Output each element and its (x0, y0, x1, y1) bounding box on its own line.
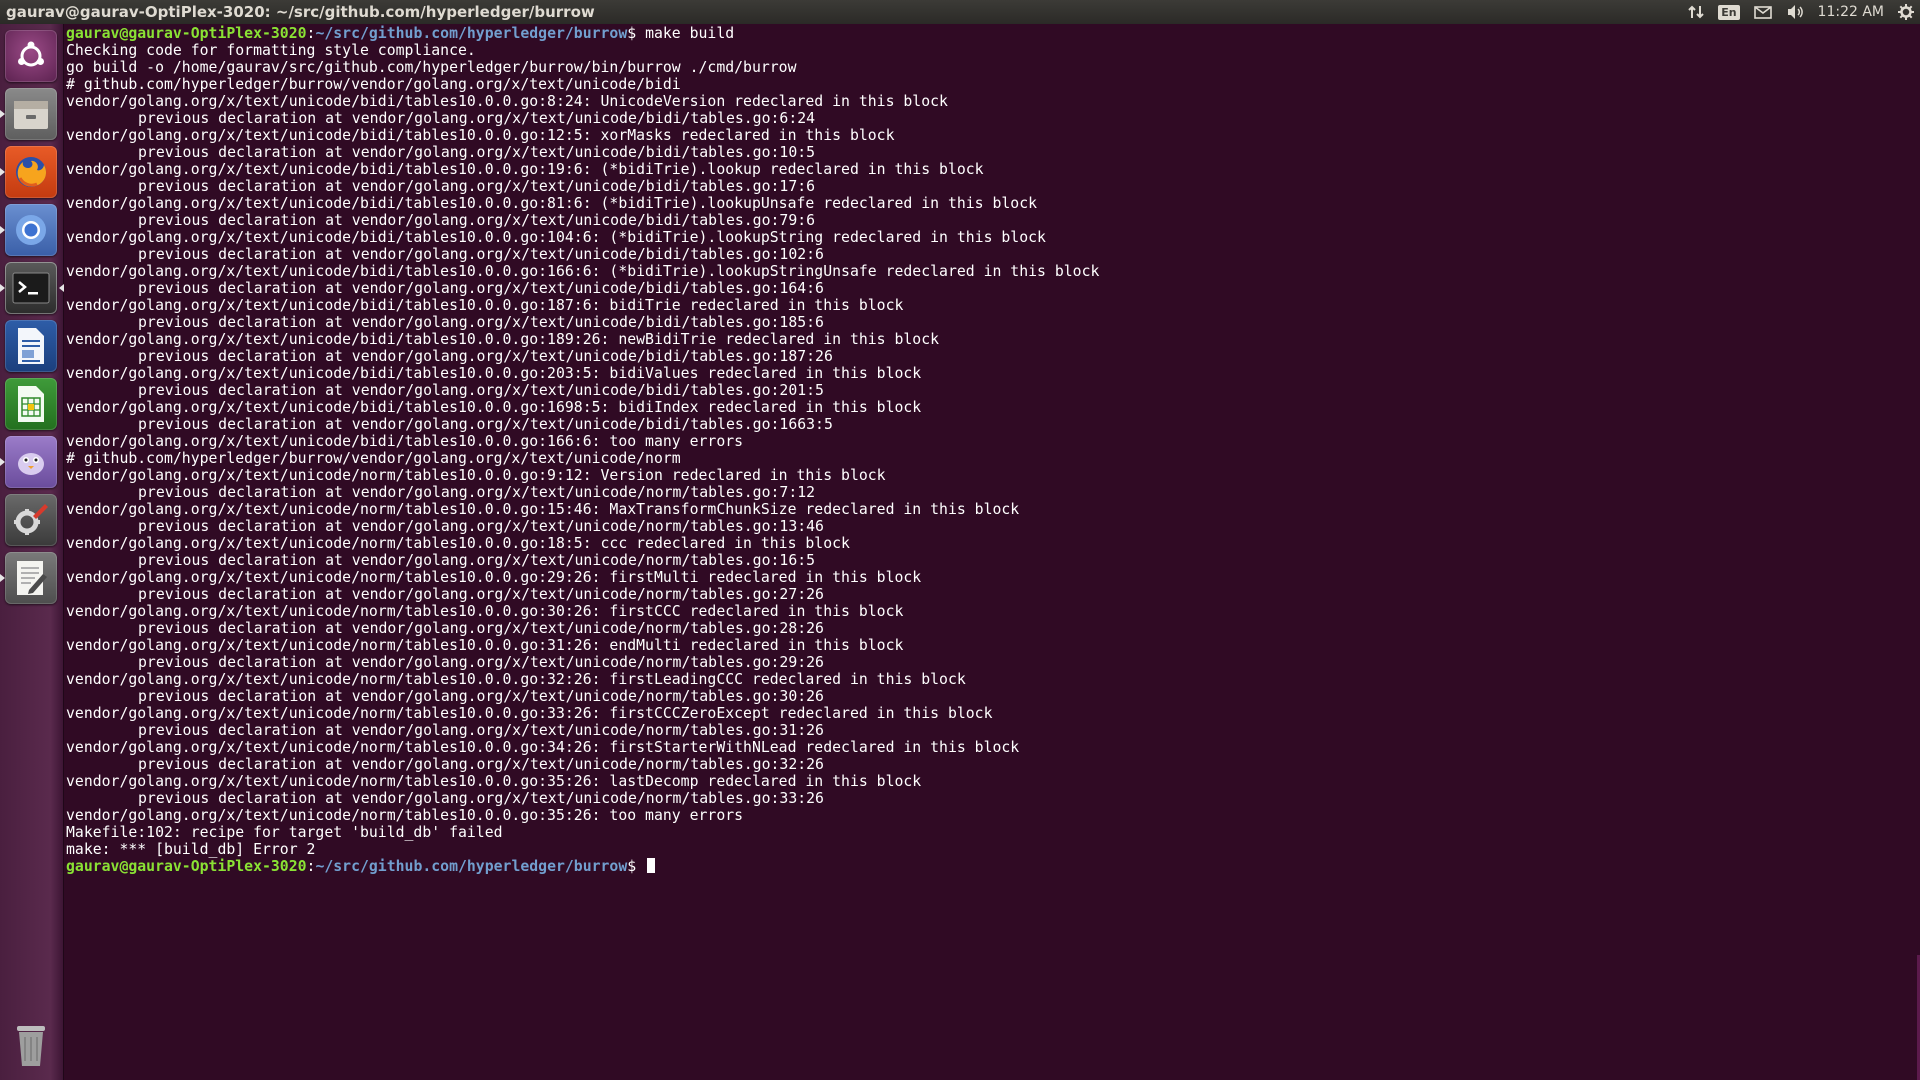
output-line: vendor/golang.org/x/text/unicode/norm/ta… (66, 535, 850, 552)
output-line: vendor/golang.org/x/text/unicode/norm/ta… (66, 467, 886, 484)
output-line: vendor/golang.org/x/text/unicode/bidi/ta… (66, 331, 940, 348)
command-line: gaurav@gaurav-OptiPlex-3020:~/src/github… (66, 25, 735, 42)
output-line: vendor/golang.org/x/text/unicode/bidi/ta… (66, 263, 1100, 280)
keyboard-layout: En (1718, 4, 1740, 20)
command-text: make build (645, 25, 735, 42)
chromium-icon[interactable] (5, 204, 57, 256)
output-line: # github.com/hyperledger/burrow/vendor/g… (66, 450, 681, 467)
output-line: vendor/golang.org/x/text/unicode/bidi/ta… (66, 195, 1038, 212)
output-line: vendor/golang.org/x/text/unicode/bidi/ta… (66, 161, 984, 178)
prompt-user: gaurav@gaurav-OptiPlex-3020 (66, 25, 307, 42)
output-line: previous declaration at vendor/golang.or… (138, 518, 824, 535)
output-line: previous declaration at vendor/golang.or… (138, 212, 816, 229)
output-line: make: *** [build_db] Error 2 (66, 841, 316, 858)
prompt-path: ~/src/github.com/hyperledger/burrow (315, 858, 628, 875)
terminal-icon[interactable] (5, 262, 57, 314)
text-editor-icon[interactable] (5, 552, 57, 604)
output-line: vendor/golang.org/x/text/unicode/norm/ta… (66, 739, 1020, 756)
output-line: Checking code for formatting style compl… (66, 42, 476, 59)
output-line: # github.com/hyperledger/burrow/vendor/g… (66, 76, 681, 93)
output-line: previous declaration at vendor/golang.or… (138, 688, 824, 705)
text-cursor (647, 858, 656, 873)
output-line: previous declaration at vendor/golang.or… (138, 416, 833, 433)
output-line: previous declaration at vendor/golang.or… (138, 586, 824, 603)
output-line: vendor/golang.org/x/text/unicode/norm/ta… (66, 637, 904, 654)
output-line: previous declaration at vendor/golang.or… (138, 178, 816, 195)
active-prompt-line[interactable]: gaurav@gaurav-OptiPlex-3020:~/src/github… (66, 858, 1920, 875)
output-line: vendor/golang.org/x/text/unicode/bidi/ta… (66, 433, 744, 450)
output-line: previous declaration at vendor/golang.or… (138, 552, 816, 569)
network-icon[interactable] (1688, 4, 1704, 20)
pidgin-icon[interactable] (5, 436, 57, 488)
calc-icon[interactable] (5, 378, 57, 430)
files-icon[interactable] (5, 88, 57, 140)
output-line: previous declaration at vendor/golang.or… (138, 756, 824, 773)
output-line: vendor/golang.org/x/text/unicode/norm/ta… (66, 501, 1020, 518)
output-line: previous declaration at vendor/golang.or… (138, 722, 824, 739)
clock[interactable]: 11:22 AM (1818, 4, 1884, 20)
top-panel: gaurav@gaurav-OptiPlex-3020: ~/src/githu… (0, 0, 1920, 24)
output-line: vendor/golang.org/x/text/unicode/norm/ta… (66, 671, 966, 688)
output-line: vendor/golang.org/x/text/unicode/norm/ta… (66, 705, 993, 722)
gear-icon[interactable] (1898, 4, 1914, 20)
output-line: previous declaration at vendor/golang.or… (138, 790, 824, 807)
window-title: gaurav@gaurav-OptiPlex-3020: ~/src/githu… (6, 3, 595, 21)
output-line: previous declaration at vendor/golang.or… (138, 314, 824, 331)
output-line: previous declaration at vendor/golang.or… (138, 348, 833, 365)
output-line: previous declaration at vendor/golang.or… (138, 280, 824, 297)
output-line: vendor/golang.org/x/text/unicode/bidi/ta… (66, 229, 1046, 246)
output-line: vendor/golang.org/x/text/unicode/bidi/ta… (66, 365, 922, 382)
mail-icon[interactable] (1753, 5, 1772, 19)
terminal-output[interactable]: gaurav@gaurav-OptiPlex-3020:~/src/github… (66, 25, 1920, 1080)
output-lines: Checking code for formatting style compl… (66, 42, 1920, 858)
output-line: vendor/golang.org/x/text/unicode/norm/ta… (66, 603, 904, 620)
output-line: vendor/golang.org/x/text/unicode/bidi/ta… (66, 297, 904, 314)
output-line: vendor/golang.org/x/text/unicode/norm/ta… (66, 773, 922, 790)
output-line: vendor/golang.org/x/text/unicode/bidi/ta… (66, 93, 948, 110)
launcher (0, 24, 64, 1080)
prompt-path: ~/src/github.com/hyperledger/burrow (315, 25, 628, 42)
system-tray: En 11:22 AM (1674, 0, 1914, 24)
output-line: previous declaration at vendor/golang.or… (138, 144, 816, 161)
keyboard-icon[interactable]: En (1718, 4, 1740, 20)
output-line: Makefile:102: recipe for target 'build_d… (66, 824, 503, 841)
trash-icon[interactable] (5, 1020, 57, 1072)
output-line: previous declaration at vendor/golang.or… (138, 382, 824, 399)
dash-home-icon[interactable] (5, 30, 57, 82)
output-line: previous declaration at vendor/golang.or… (138, 110, 816, 127)
output-line: previous declaration at vendor/golang.or… (138, 246, 824, 263)
firefox-icon[interactable] (5, 146, 57, 198)
output-line: vendor/golang.org/x/text/unicode/norm/ta… (66, 569, 922, 586)
output-line: vendor/golang.org/x/text/unicode/bidi/ta… (66, 127, 895, 144)
output-line: vendor/golang.org/x/text/unicode/norm/ta… (66, 807, 744, 824)
writer-icon[interactable] (5, 320, 57, 372)
output-line: vendor/golang.org/x/text/unicode/bidi/ta… (66, 399, 922, 416)
system-settings-icon[interactable] (5, 494, 57, 546)
output-line: previous declaration at vendor/golang.or… (138, 620, 824, 637)
prompt-user: gaurav@gaurav-OptiPlex-3020 (66, 858, 307, 875)
volume-icon[interactable] (1786, 4, 1804, 20)
output-line: previous declaration at vendor/golang.or… (138, 654, 824, 671)
output-line: go build -o /home/gaurav/src/github.com/… (66, 59, 797, 76)
output-line: previous declaration at vendor/golang.or… (138, 484, 816, 501)
